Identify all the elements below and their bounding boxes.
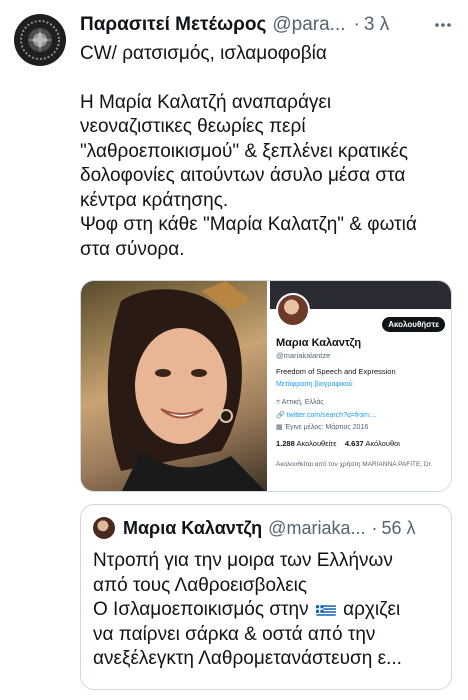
tweet-media[interactable]: Ακολουθήστε Μαρια Καλαντζη @mariakalantz…: [80, 280, 452, 492]
tweet-line: στα σύνορα.: [80, 238, 185, 260]
tweet-line: CW/ ρατσισμός, ισλαμοφοβία: [80, 43, 327, 64]
more-options-icon[interactable]: [432, 12, 454, 38]
separator-dot: ·: [371, 517, 378, 538]
followed-by: Ακολουθείται από τον χρήστη MARIANNA PAF…: [276, 461, 433, 468]
profile-location: ⌾ Αττική, Ελλάς: [276, 399, 324, 406]
seal-avatar-icon[interactable]: [14, 14, 66, 66]
separator-dot: ·: [353, 14, 360, 35]
quoted-tweet[interactable]: Μαρια Καλαντζη @mariaka... · 56 λ Ντροπή…: [80, 504, 452, 690]
tweet[interactable]: Παρασιτεί Μετέωρος @para... · 3 λ CW/ ρα…: [0, 0, 468, 700]
quote-line: από τους Λαθροεισβολεις: [93, 574, 308, 596]
location-text: Αττική, Ελλάς: [281, 399, 324, 406]
quote-author-handle: @mariaka...: [268, 517, 366, 538]
greek-flag-icon: [315, 602, 336, 616]
quote-line: να παίρνει σάρκα & οστά από την: [93, 623, 376, 645]
joined-text: Έγινε μέλος: Μάρτιος 2016: [284, 424, 369, 431]
quote-line-part: Ο Ισλαμοεποικισμός στην: [93, 599, 309, 620]
profile-bio: Freedom of Speech and Expression: [276, 367, 396, 376]
followers-count: 4.637: [344, 439, 364, 448]
tweet-time[interactable]: 3 λ: [364, 14, 389, 36]
quote-time: 56 λ: [381, 517, 416, 538]
link-text: twitter.com/search?q=from:...: [286, 412, 377, 419]
profile-handle: @mariakalantze: [276, 351, 331, 360]
tweet-header: Παρασιτεί Μετέωρος @para... · 3 λ: [80, 12, 454, 38]
quote-line: ανεξέλεγκτη Λαθρομετανάστευση ε...: [93, 648, 402, 669]
quote-line-part: αρχιζει: [343, 599, 401, 620]
quote-header: Μαρια Καλαντζη @mariaka... · 56 λ: [123, 517, 439, 539]
translate-bio-link: Μετάφραση βιογραφικού: [276, 381, 353, 388]
author-handle[interactable]: @para...: [272, 14, 345, 36]
tweet-line: "λαθροεποικισμού" & ξεπλένει κρατικές: [80, 140, 408, 162]
profile-name: Μαρια Καλαντζη: [276, 337, 362, 349]
followers-label: Ακόλουθοι: [365, 439, 400, 448]
author-name[interactable]: Παρασιτεί Μετέωρος: [80, 14, 266, 36]
media-photo[interactable]: [81, 281, 267, 491]
tweet-line: Η Μαρία Καλατζή αναπαράγει: [80, 91, 332, 113]
profile-stats: 1.288 Ακολουθείτε 4.637 Ακόλουθοι: [276, 439, 400, 448]
profile-avatar: [276, 293, 310, 327]
tweet-line: δολοφονίες αιτούντων άσυλο μέσα στα: [80, 165, 406, 186]
tweet-line: νεοναζιστικες θεωρίες περί: [80, 116, 306, 137]
tweet-line: κέντρα κράτησης.: [80, 189, 229, 211]
quote-author-name: Μαρια Καλαντζη: [123, 517, 263, 538]
quote-line: Ο Ισλαμοεποικισμός στην αρχιζει: [93, 598, 443, 623]
quote-avatar[interactable]: [93, 517, 115, 539]
quote-text: Ντροπή για την μοιρα των Ελλήνων από του…: [93, 549, 443, 672]
follow-button: Ακολουθήστε: [382, 317, 445, 332]
profile-joined: ▦ Έγινε μέλος: Μάρτιος 2016: [276, 424, 369, 431]
following-label: Ακολουθείτε: [296, 439, 337, 448]
tweet-text: CW/ ρατσισμός, ισλαμοφοβία Η Μαρία Καλατ…: [80, 42, 452, 262]
tweet-line: Ψοφ στη κάθε "Μαρία Καλατζη" & φωτιά: [80, 214, 417, 235]
profile-link: 🔗 twitter.com/search?q=from:...: [276, 412, 377, 419]
profile-screenshot[interactable]: Ακολουθήστε Μαρια Καλαντζη @mariakalantz…: [270, 281, 451, 491]
quote-line: Ντροπή για την μοιρα των Ελλήνων: [93, 550, 393, 571]
following-count: 1.288: [276, 439, 295, 448]
